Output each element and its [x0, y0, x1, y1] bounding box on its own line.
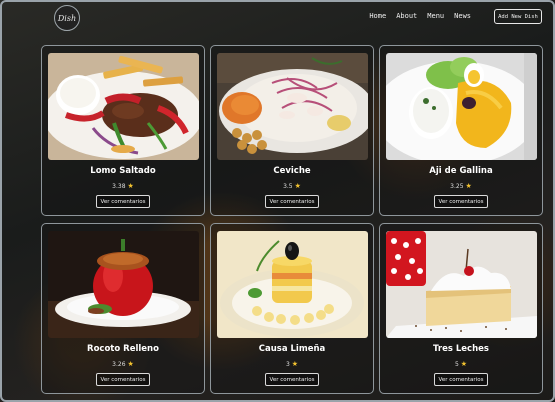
- dish-card: Aji de Gallina 3.25 ★ Ver comentarios: [379, 45, 543, 216]
- dish-name: Aji de Gallina: [429, 166, 493, 176]
- dish-rating: 3 ★: [211, 360, 373, 368]
- star-icon: ★: [127, 360, 134, 368]
- causa-limena-image: [217, 231, 368, 338]
- brand-logo-text: Dish: [57, 13, 77, 23]
- view-comments-button[interactable]: Ver comentarios: [265, 195, 319, 208]
- dish-photo: [217, 231, 368, 338]
- top-navbar: Dish Home About Menu News Add New Dish: [0, 0, 555, 36]
- dish-photo: [217, 53, 368, 160]
- rating-value: 3.5: [283, 183, 293, 190]
- dish-photo: [48, 231, 199, 338]
- dish-rating: 3.38 ★: [42, 182, 204, 190]
- nav-link-news[interactable]: News: [454, 12, 471, 20]
- dish-card: Causa Limeña 3 ★ Ver comentarios: [210, 223, 374, 394]
- nav-link-home[interactable]: Home: [369, 12, 386, 20]
- dish-name: Rocoto Relleno: [87, 344, 159, 354]
- nav-links: Home About Menu News: [369, 12, 471, 20]
- brand-logo[interactable]: Dish: [54, 5, 80, 31]
- dish-card: Rocoto Relleno 3.26 ★ Ver comentarios: [41, 223, 205, 394]
- rating-value: 3.38: [112, 183, 126, 190]
- rating-value: 3.26: [112, 361, 126, 368]
- view-comments-button[interactable]: Ver comentarios: [434, 195, 488, 208]
- star-icon: ★: [294, 182, 301, 190]
- dish-photo: [48, 53, 199, 160]
- dish-rating: 5 ★: [380, 360, 542, 368]
- star-icon: ★: [465, 182, 472, 190]
- rating-value: 3.25: [450, 183, 464, 190]
- tres-leches-image: [386, 231, 537, 338]
- star-icon: ★: [127, 182, 134, 190]
- view-comments-button[interactable]: Ver comentarios: [265, 373, 319, 386]
- star-icon: ★: [460, 360, 468, 368]
- dish-card: Ceviche 3.5 ★ Ver comentarios: [210, 45, 374, 216]
- ceviche-image: [217, 53, 368, 160]
- dish-rating: 3.5 ★: [211, 182, 373, 190]
- dish-grid: Lomo Saltado 3.38 ★ Ver comentarios Cevi…: [41, 45, 543, 394]
- add-new-dish-button[interactable]: Add New Dish: [494, 9, 542, 24]
- view-comments-button[interactable]: Ver comentarios: [96, 195, 150, 208]
- view-comments-button[interactable]: Ver comentarios: [434, 373, 488, 386]
- view-comments-button[interactable]: Ver comentarios: [96, 373, 150, 386]
- nav-link-menu[interactable]: Menu: [427, 12, 444, 20]
- dish-name: Lomo Saltado: [90, 166, 156, 176]
- dish-card: Tres Leches 5 ★ Ver comentarios: [379, 223, 543, 394]
- nav-link-about[interactable]: About: [396, 12, 417, 20]
- dish-name: Tres Leches: [433, 344, 489, 354]
- rating-value: 3: [285, 361, 290, 368]
- star-icon: ★: [291, 360, 299, 368]
- dish-rating: 3.26 ★: [42, 360, 204, 368]
- dish-photo: [386, 53, 537, 160]
- dish-name: Causa Limeña: [258, 344, 326, 354]
- dish-name: Ceviche: [273, 166, 311, 176]
- rocoto-relleno-image: [48, 231, 199, 338]
- lomo-saltado-image: [48, 53, 199, 160]
- aji-de-gallina-image: [386, 53, 537, 160]
- rating-value: 5: [454, 361, 459, 368]
- dish-photo: [386, 231, 537, 338]
- dish-card: Lomo Saltado 3.38 ★ Ver comentarios: [41, 45, 205, 216]
- dish-rating: 3.25 ★: [380, 182, 542, 190]
